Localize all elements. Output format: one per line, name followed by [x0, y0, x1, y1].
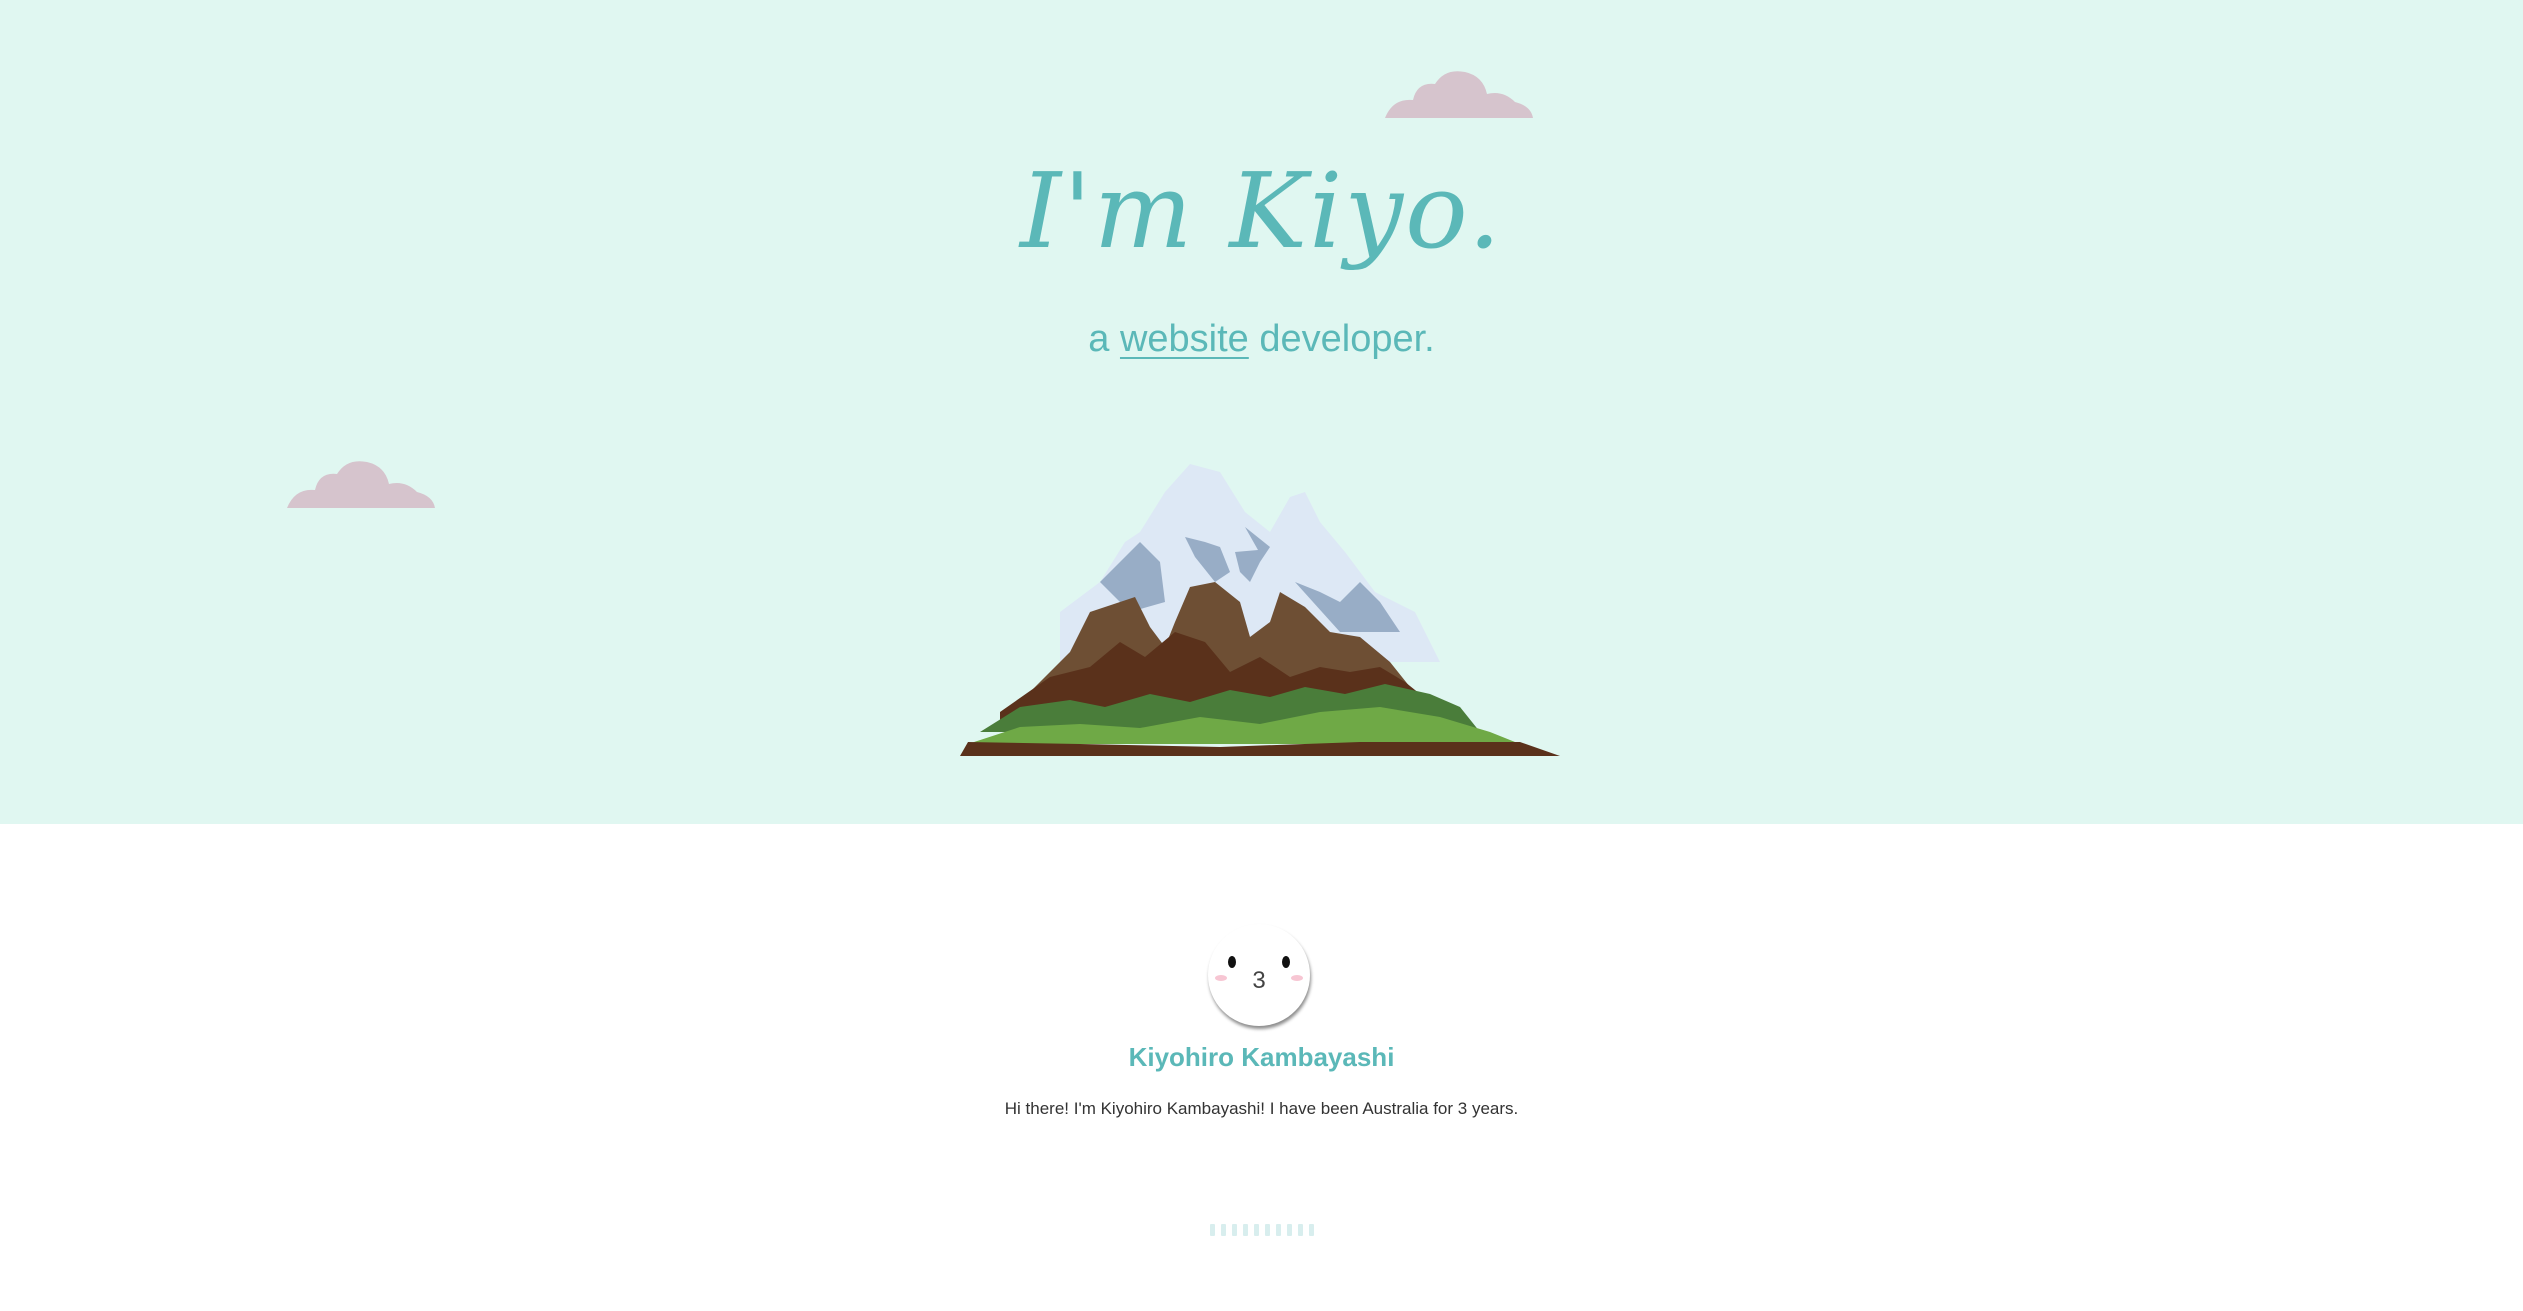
loading-bar [1253, 1224, 1259, 1236]
loading-bar [1297, 1224, 1303, 1236]
loading-bar [1220, 1224, 1226, 1236]
loading-bar [1264, 1224, 1270, 1236]
hero-section: I'm Kiyo. a website developer. [0, 0, 2523, 824]
profile-section: 3 Kiyohiro Kambayashi Hi there! I'm Kiyo… [0, 824, 2523, 1311]
profile-name: Kiyohiro Kambayashi [1128, 1042, 1395, 1072]
loading-bar [1308, 1224, 1314, 1236]
loading-bar [1242, 1224, 1248, 1236]
cloud-icon [1385, 71, 1533, 118]
profile-bio: Hi there! I'm Kiyohiro Kambayashi! I hav… [1004, 1099, 1519, 1118]
face-icon: 3 [1215, 956, 1303, 994]
loading-bar [1286, 1224, 1292, 1236]
loading-bar [1275, 1224, 1281, 1236]
hero-subtitle: a website developer. [0, 318, 2523, 361]
hero-title: I'm Kiyo. [1020, 150, 1503, 272]
website-link[interactable]: website [1120, 318, 1249, 360]
subtitle-prefix: a [1088, 318, 1120, 360]
loading-bar [1209, 1224, 1215, 1236]
subtitle-suffix: developer. [1248, 318, 1435, 360]
avatar-mouth: 3 [1252, 967, 1265, 994]
loading-indicator [0, 1224, 2523, 1240]
cloud-icon [287, 461, 435, 508]
loading-bar [1231, 1224, 1237, 1236]
avatar: 3 [1208, 924, 1310, 1026]
mountain-illustration [960, 464, 1560, 756]
